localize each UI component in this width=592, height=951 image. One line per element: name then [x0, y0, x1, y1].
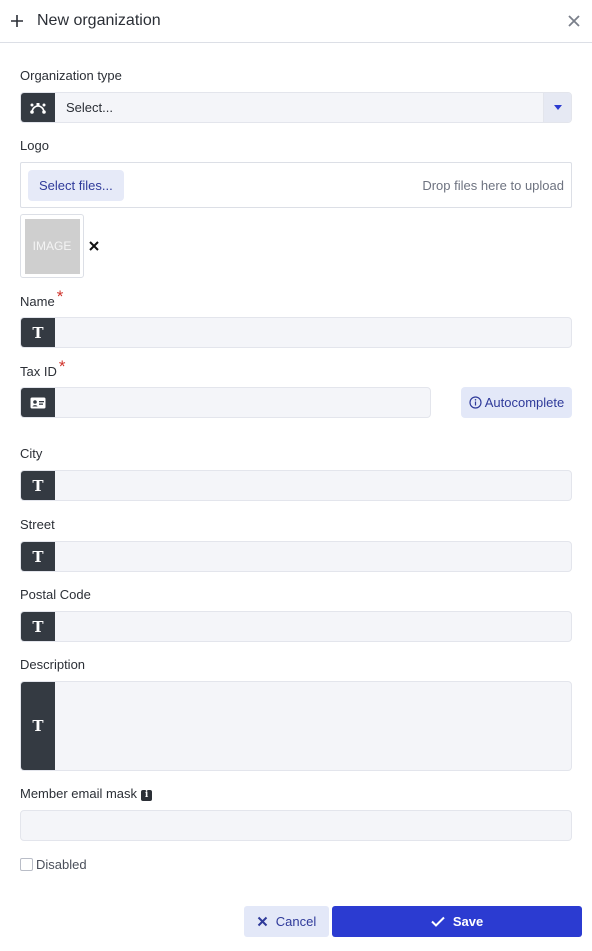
disabled-checkbox[interactable]	[20, 858, 33, 871]
street-label: Street	[20, 517, 55, 532]
text-type-icon: T	[21, 612, 55, 641]
email-mask-label-text: Member email mask	[20, 786, 138, 801]
info-circle-icon	[469, 396, 482, 409]
org-type-label: Organization type	[20, 68, 122, 83]
image-placeholder: IMAGE	[24, 218, 80, 274]
postal-code-label: Postal Code	[20, 587, 91, 602]
dialog-header: New organization	[0, 0, 592, 43]
name-field[interactable]: T	[20, 317, 572, 348]
email-mask-label: Member email mask i	[20, 786, 153, 801]
save-label: Save	[452, 914, 484, 929]
dialog-title: New organization	[37, 12, 161, 29]
chevron-down-icon[interactable]	[543, 93, 571, 122]
disabled-checkbox-row[interactable]: Disabled	[20, 857, 87, 872]
email-mask-input[interactable]	[21, 811, 571, 840]
disabled-label: Disabled	[36, 857, 87, 872]
drop-files-hint: Drop files here to upload	[422, 177, 564, 193]
city-input[interactable]	[55, 471, 571, 500]
logo-thumbnail: IMAGE	[20, 214, 84, 278]
tax-id-field[interactable]	[20, 387, 431, 418]
org-type-value: Select...	[66, 100, 113, 115]
street-field[interactable]: T	[20, 541, 572, 572]
text-type-icon: T	[21, 682, 55, 770]
description-field[interactable]: T	[20, 681, 572, 771]
autocomplete-button[interactable]: Autocomplete	[461, 387, 572, 418]
street-input[interactable]	[55, 542, 571, 571]
check-icon	[431, 916, 445, 927]
close-icon[interactable]	[568, 15, 580, 27]
required-asterisk: *	[56, 287, 64, 306]
postal-code-field[interactable]: T	[20, 611, 572, 642]
city-label: City	[20, 446, 43, 461]
plus-icon	[11, 15, 23, 27]
text-type-icon: T	[21, 542, 55, 571]
description-textarea[interactable]	[55, 682, 571, 770]
email-mask-field[interactable]	[20, 810, 572, 841]
info-icon[interactable]: i	[141, 789, 153, 801]
cancel-button[interactable]: Cancel	[244, 906, 329, 937]
text-type-icon: T	[21, 471, 55, 500]
autocomplete-label: Autocomplete	[484, 395, 565, 410]
cancel-label: Cancel	[275, 914, 317, 929]
save-button[interactable]: Save	[332, 906, 582, 937]
close-icon	[257, 916, 267, 927]
tax-id-input[interactable]	[55, 388, 430, 417]
text-type-icon: T	[21, 318, 55, 347]
postal-code-input[interactable]	[55, 612, 571, 641]
id-card-icon	[21, 388, 55, 417]
tax-id-label: Tax ID *	[20, 357, 65, 381]
remove-logo-icon[interactable]	[88, 240, 100, 252]
logo-upload-zone[interactable]: Select files... Drop files here to uploa…	[20, 162, 572, 208]
name-input[interactable]	[55, 318, 571, 347]
select-files-button[interactable]: Select files...	[28, 169, 124, 201]
logo-label: Logo	[20, 138, 49, 153]
required-asterisk: *	[58, 357, 66, 376]
org-type-select[interactable]: Select...	[20, 92, 572, 123]
name-label: Name *	[20, 287, 63, 311]
city-field[interactable]: T	[20, 470, 572, 501]
name-label-text: Name	[20, 294, 55, 309]
tax-id-label-text: Tax ID	[20, 364, 57, 379]
description-label: Description	[20, 657, 86, 672]
bezier-curve-icon	[21, 93, 55, 122]
